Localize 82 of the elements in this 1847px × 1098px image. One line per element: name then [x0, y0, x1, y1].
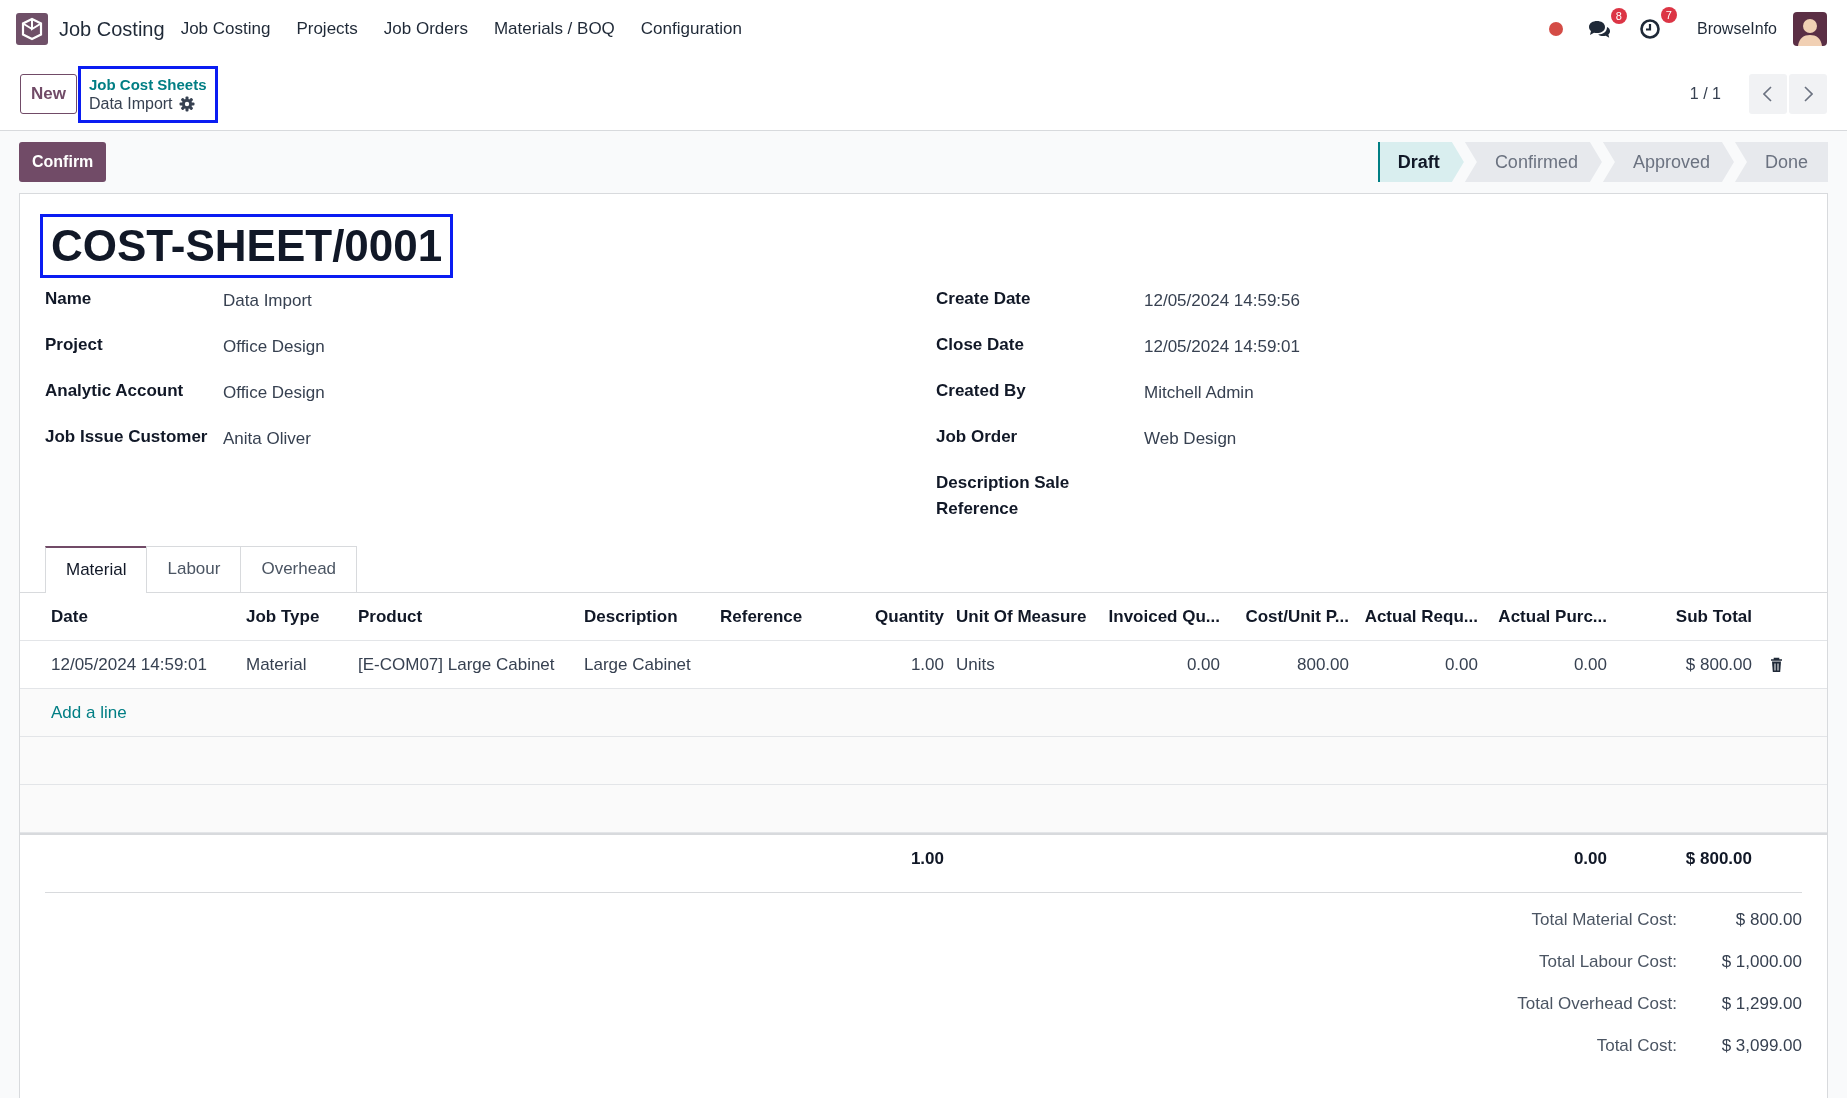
column-header[interactable]: Actual Purc... [1484, 606, 1613, 627]
total-cell-text: 1.00 [909, 848, 945, 869]
field-label: Job Issue Customer [45, 426, 209, 448]
field-label: Job Order [936, 426, 1019, 448]
status-step[interactable]: Confirmed [1464, 142, 1602, 182]
field-value[interactable]: Office Design [223, 378, 325, 407]
tab[interactable]: Material [45, 546, 148, 593]
status-step[interactable]: Draft [1377, 142, 1464, 182]
chevron-right-icon [1803, 86, 1813, 102]
table-cell-text: 12/05/2024 14:59:01 [51, 654, 208, 675]
field-label: Description Sale Reference [936, 472, 1071, 520]
company-name[interactable]: BrowseInfo [1696, 20, 1777, 38]
menu-item[interactable]: Configuration [640, 19, 742, 39]
table-cell-text: 0.00 [1443, 654, 1479, 675]
column-header[interactable]: Reference [720, 606, 840, 627]
field-value[interactable]: 12/05/2024 14:59:56 [1144, 286, 1300, 315]
field-value[interactable]: Web Design [1144, 424, 1237, 453]
total-cell-text: $ 800.00 [1684, 848, 1753, 869]
column-header[interactable]: Description [584, 606, 720, 627]
summary-label: Total Cost: [1596, 1036, 1677, 1056]
confirm-button[interactable]: Confirm [19, 142, 107, 182]
chevron-left-icon [1763, 86, 1773, 102]
table-cell-text: 1.00 [909, 654, 945, 675]
column-header[interactable]: Cost/Unit P... [1226, 606, 1355, 627]
field-label: Project [45, 334, 104, 356]
summary-value: $ 1,000.00 [1720, 952, 1802, 972]
clock-icon[interactable] [1638, 18, 1661, 40]
field-label: Analytic Account [45, 380, 185, 402]
column-header[interactable]: Unit Of Measure [950, 606, 1098, 627]
summary-label: Total Material Cost: [1531, 910, 1677, 930]
record-title: COST-SHEET/0001 [40, 214, 454, 278]
add-line-link[interactable]: Add a line [51, 702, 246, 723]
field-label: Created By [936, 380, 1027, 402]
field-label: Close Date [936, 334, 1025, 356]
field-label: Name [45, 288, 93, 310]
avatar-icon[interactable] [1793, 12, 1827, 46]
pager-counter: 1 / 1 [1689, 85, 1721, 103]
summary-label: Total Overhead Cost: [1517, 994, 1677, 1014]
breadcrumb-link[interactable]: Job Cost Sheets [88, 75, 207, 93]
field-value[interactable]: Office Design [223, 332, 325, 361]
table-cell-text: 800.00 [1296, 654, 1350, 675]
settings-icon[interactable] [178, 95, 195, 112]
record-name: Data Import [88, 94, 173, 113]
column-header[interactable]: Product [358, 606, 584, 627]
new-button[interactable]: New [20, 74, 77, 114]
field-value[interactable]: Mitchell Admin [1144, 378, 1254, 407]
delete-icon[interactable] [1770, 656, 1783, 673]
table-cell-text: [E-COM07] Large Cabinet [358, 654, 556, 675]
message-count-badge: 8 [1610, 8, 1627, 24]
field-value[interactable]: Data Import [223, 286, 312, 315]
column-header[interactable]: Date [51, 606, 246, 627]
column-header[interactable]: Quantity [840, 606, 950, 627]
status-step[interactable]: Approved [1602, 142, 1734, 182]
field-value[interactable]: Anita Oliver [223, 424, 311, 453]
column-header[interactable]: Job Type [246, 606, 358, 627]
column-header[interactable]: Actual Requ... [1355, 606, 1484, 627]
table-cell-text: 0.00 [1572, 654, 1608, 675]
summary-value: $ 800.00 [1734, 910, 1802, 930]
menu-item[interactable]: Job Costing [180, 19, 271, 39]
field-label: Create Date [936, 288, 1032, 310]
activity-count-badge: 7 [1660, 7, 1677, 23]
menu-item[interactable]: Materials / BOQ [493, 19, 615, 39]
column-header[interactable]: Invoiced Qu... [1098, 606, 1226, 627]
table-cell-text: Units [955, 654, 996, 675]
summary-value: $ 1,299.00 [1720, 994, 1802, 1014]
table-cell-text: Material [246, 654, 308, 675]
table-cell-text: 0.00 [1185, 654, 1221, 675]
table-cell-text: Large Cabinet [584, 654, 692, 675]
total-cell-text: 0.00 [1572, 848, 1608, 869]
tab[interactable]: Overhead [240, 546, 358, 592]
field-value[interactable]: 12/05/2024 14:59:01 [1144, 332, 1300, 361]
summary-label: Total Labour Cost: [1539, 952, 1677, 972]
status-dot-icon[interactable] [1548, 22, 1563, 36]
column-header[interactable]: Sub Total [1613, 606, 1758, 627]
status-step[interactable]: Done [1734, 142, 1828, 182]
menu-item[interactable]: Job Orders [383, 19, 468, 39]
menu-item[interactable]: Projects [296, 19, 358, 39]
summary-value: $ 3,099.00 [1720, 1036, 1802, 1056]
chat-icon[interactable] [1586, 19, 1611, 39]
app-name[interactable]: Job Costing [59, 17, 165, 41]
app-logo-icon[interactable] [16, 13, 48, 45]
table-cell-text: $ 800.00 [1684, 654, 1753, 675]
